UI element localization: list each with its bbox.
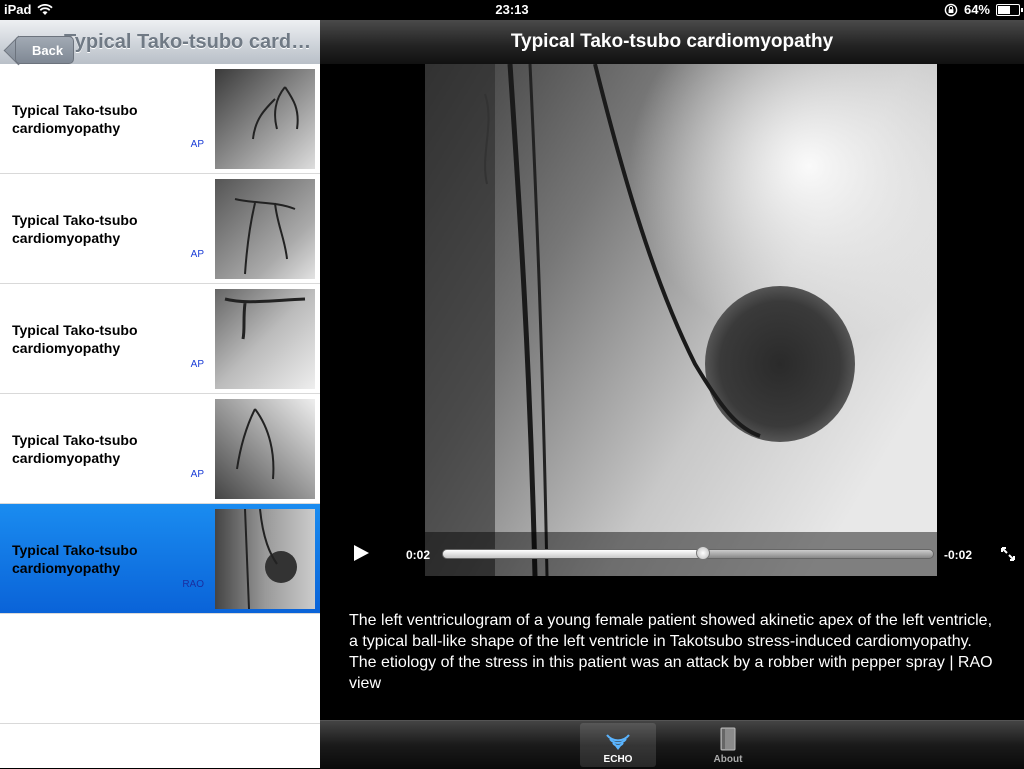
tab-label: About xyxy=(713,754,743,765)
list-item[interactable]: Typical Tako-tsubo cardiomyopathy AP xyxy=(0,174,320,284)
angiogram-thumbnail xyxy=(215,399,315,499)
detail-navigation-bar: Typical Tako-tsubo cardiomyopathy xyxy=(320,20,1024,65)
detail-pane: Typical Tako-tsubo cardiomyopathy 0:02 -… xyxy=(320,20,1024,769)
empty-list-row xyxy=(0,614,320,724)
back-button[interactable]: Back xyxy=(15,36,75,64)
list-item[interactable]: Typical Tako-tsubo cardiomyopathy AP xyxy=(0,64,320,174)
list-item-title: Typical Tako-tsubo cardiomyopathy xyxy=(12,542,138,576)
angiogram-thumbnail xyxy=(215,509,315,609)
master-navigation-bar: Back Typical Tako-tsubo cardiomyopathy xyxy=(0,20,320,65)
list-item-title: Typical Tako-tsubo cardiomyopathy xyxy=(12,322,138,356)
tab-about[interactable]: About xyxy=(690,723,766,767)
battery-icon xyxy=(996,3,1023,16)
clock: 23:13 xyxy=(495,2,529,17)
list-item-title: Typical Tako-tsubo cardiomyopathy xyxy=(12,212,138,246)
rotation-lock-icon xyxy=(944,3,958,16)
list-item-selected[interactable]: Typical Tako-tsubo cardiomyopathy RAO xyxy=(0,504,320,614)
scrubber-progress xyxy=(443,550,703,558)
play-icon[interactable] xyxy=(354,545,369,561)
master-title: Typical Tako-tsubo cardiomyopathy xyxy=(64,31,314,53)
video-controls: 0:02 -0:02 xyxy=(320,532,1024,576)
angiogram-thumbnail xyxy=(215,289,315,389)
tab-label: ECHO xyxy=(603,754,633,765)
scrubber-handle[interactable] xyxy=(695,546,710,560)
elapsed-time: 0:02 xyxy=(406,548,431,562)
detail-title: Typical Tako-tsubo cardiomyopathy xyxy=(510,31,834,52)
list-item[interactable]: Typical Tako-tsubo cardiomyopathy AP xyxy=(0,394,320,504)
battery-percent: 64% xyxy=(963,2,990,17)
ventriculogram-image xyxy=(425,64,937,576)
master-pane: Back Typical Tako-tsubo cardiomyopathy T… xyxy=(0,20,320,768)
echo-waves-icon xyxy=(606,734,630,750)
case-description: The left ventriculogram of a young femal… xyxy=(349,612,993,692)
angiogram-thumbnail xyxy=(215,179,315,279)
scrubber-track[interactable] xyxy=(442,546,934,560)
list-item-view-label: AP xyxy=(190,469,204,480)
book-icon xyxy=(720,727,736,751)
case-list: Typical Tako-tsubo cardiomyopathy AP Typ… xyxy=(0,64,320,724)
angiogram-thumbnail xyxy=(215,69,315,169)
tab-bar: ECHO About xyxy=(320,720,1024,769)
list-item-view-label: AP xyxy=(190,249,204,260)
battery-fill xyxy=(998,5,1010,14)
fullscreen-icon[interactable] xyxy=(1000,546,1016,562)
remaining-time: -0:02 xyxy=(944,548,973,562)
video-frame[interactable] xyxy=(425,64,937,576)
list-item[interactable]: Typical Tako-tsubo cardiomyopathy AP xyxy=(0,284,320,394)
list-item-view-label: AP xyxy=(190,139,204,150)
status-bar: iPad 23:13 64% xyxy=(0,0,1024,20)
list-item-view-label: RAO xyxy=(182,579,204,590)
tab-echo[interactable]: ECHO xyxy=(580,723,656,767)
list-item-view-label: AP xyxy=(190,359,204,370)
status-right: 64% xyxy=(944,2,1023,17)
list-item-title: Typical Tako-tsubo cardiomyopathy xyxy=(12,432,138,466)
list-item-title: Typical Tako-tsubo cardiomyopathy xyxy=(12,102,138,136)
